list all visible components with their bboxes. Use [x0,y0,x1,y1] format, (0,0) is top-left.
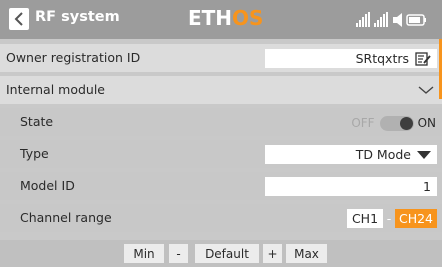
signal-icon [356,12,370,27]
status-icons [356,12,428,28]
toggle-off-label: OFF [351,116,375,130]
dropdown-arrow-icon [417,150,431,159]
internal-module-label: Internal module [6,82,105,97]
type-select[interactable]: TD Mode [265,145,437,164]
min-button[interactable]: Min [124,244,164,263]
page-title: RF system [35,9,120,25]
owner-registration-field[interactable]: SRtqxtrs [265,49,437,68]
signal-icon [374,12,388,27]
type-label: Type [20,146,49,161]
volume-icon [393,13,402,27]
toggle-knob [399,116,413,130]
model-id-label: Model ID [20,178,75,193]
model-id-value: 1 [423,179,431,194]
channel-end-field[interactable]: CH24 [395,209,437,228]
back-button[interactable] [9,8,29,30]
channel-range-row: Channel range CH1 - CH24 [0,204,442,232]
owner-registration-value: SRtqxtrs [355,51,409,66]
owner-registration-label: Owner registration ID [6,50,141,65]
chevron-down-icon[interactable] [418,85,434,95]
model-id-row: Model ID 1 [0,172,442,200]
type-row: Type TD Mode [0,140,442,168]
model-id-field[interactable]: 1 [265,177,437,196]
footer-bar: Min - Default + Max [0,240,442,267]
channel-range-separator: - [386,211,392,226]
internal-module-row[interactable]: Internal module [0,76,442,104]
state-row: State OFF ON [0,108,442,136]
channel-start-field[interactable]: CH1 [347,209,383,228]
owner-registration-row: Owner registration ID SRtqxtrs [0,44,442,72]
header-bar: RF system ETHOS [0,0,442,39]
battery-icon [406,14,426,26]
increment-button[interactable]: + [263,244,282,263]
channel-range-label: Channel range [20,210,112,225]
state-toggle[interactable]: OFF ON [351,115,436,131]
chevron-left-icon [14,12,23,26]
edit-icon[interactable] [415,51,431,66]
ethos-logo: ETHOS [188,6,264,30]
toggle-switch[interactable] [379,115,414,131]
max-button[interactable]: Max [286,244,327,263]
type-value: TD Mode [355,147,411,162]
decrement-button[interactable]: - [169,244,188,263]
toggle-on-label: ON [417,116,436,130]
default-button[interactable]: Default [195,244,259,263]
state-label: State [20,114,54,129]
